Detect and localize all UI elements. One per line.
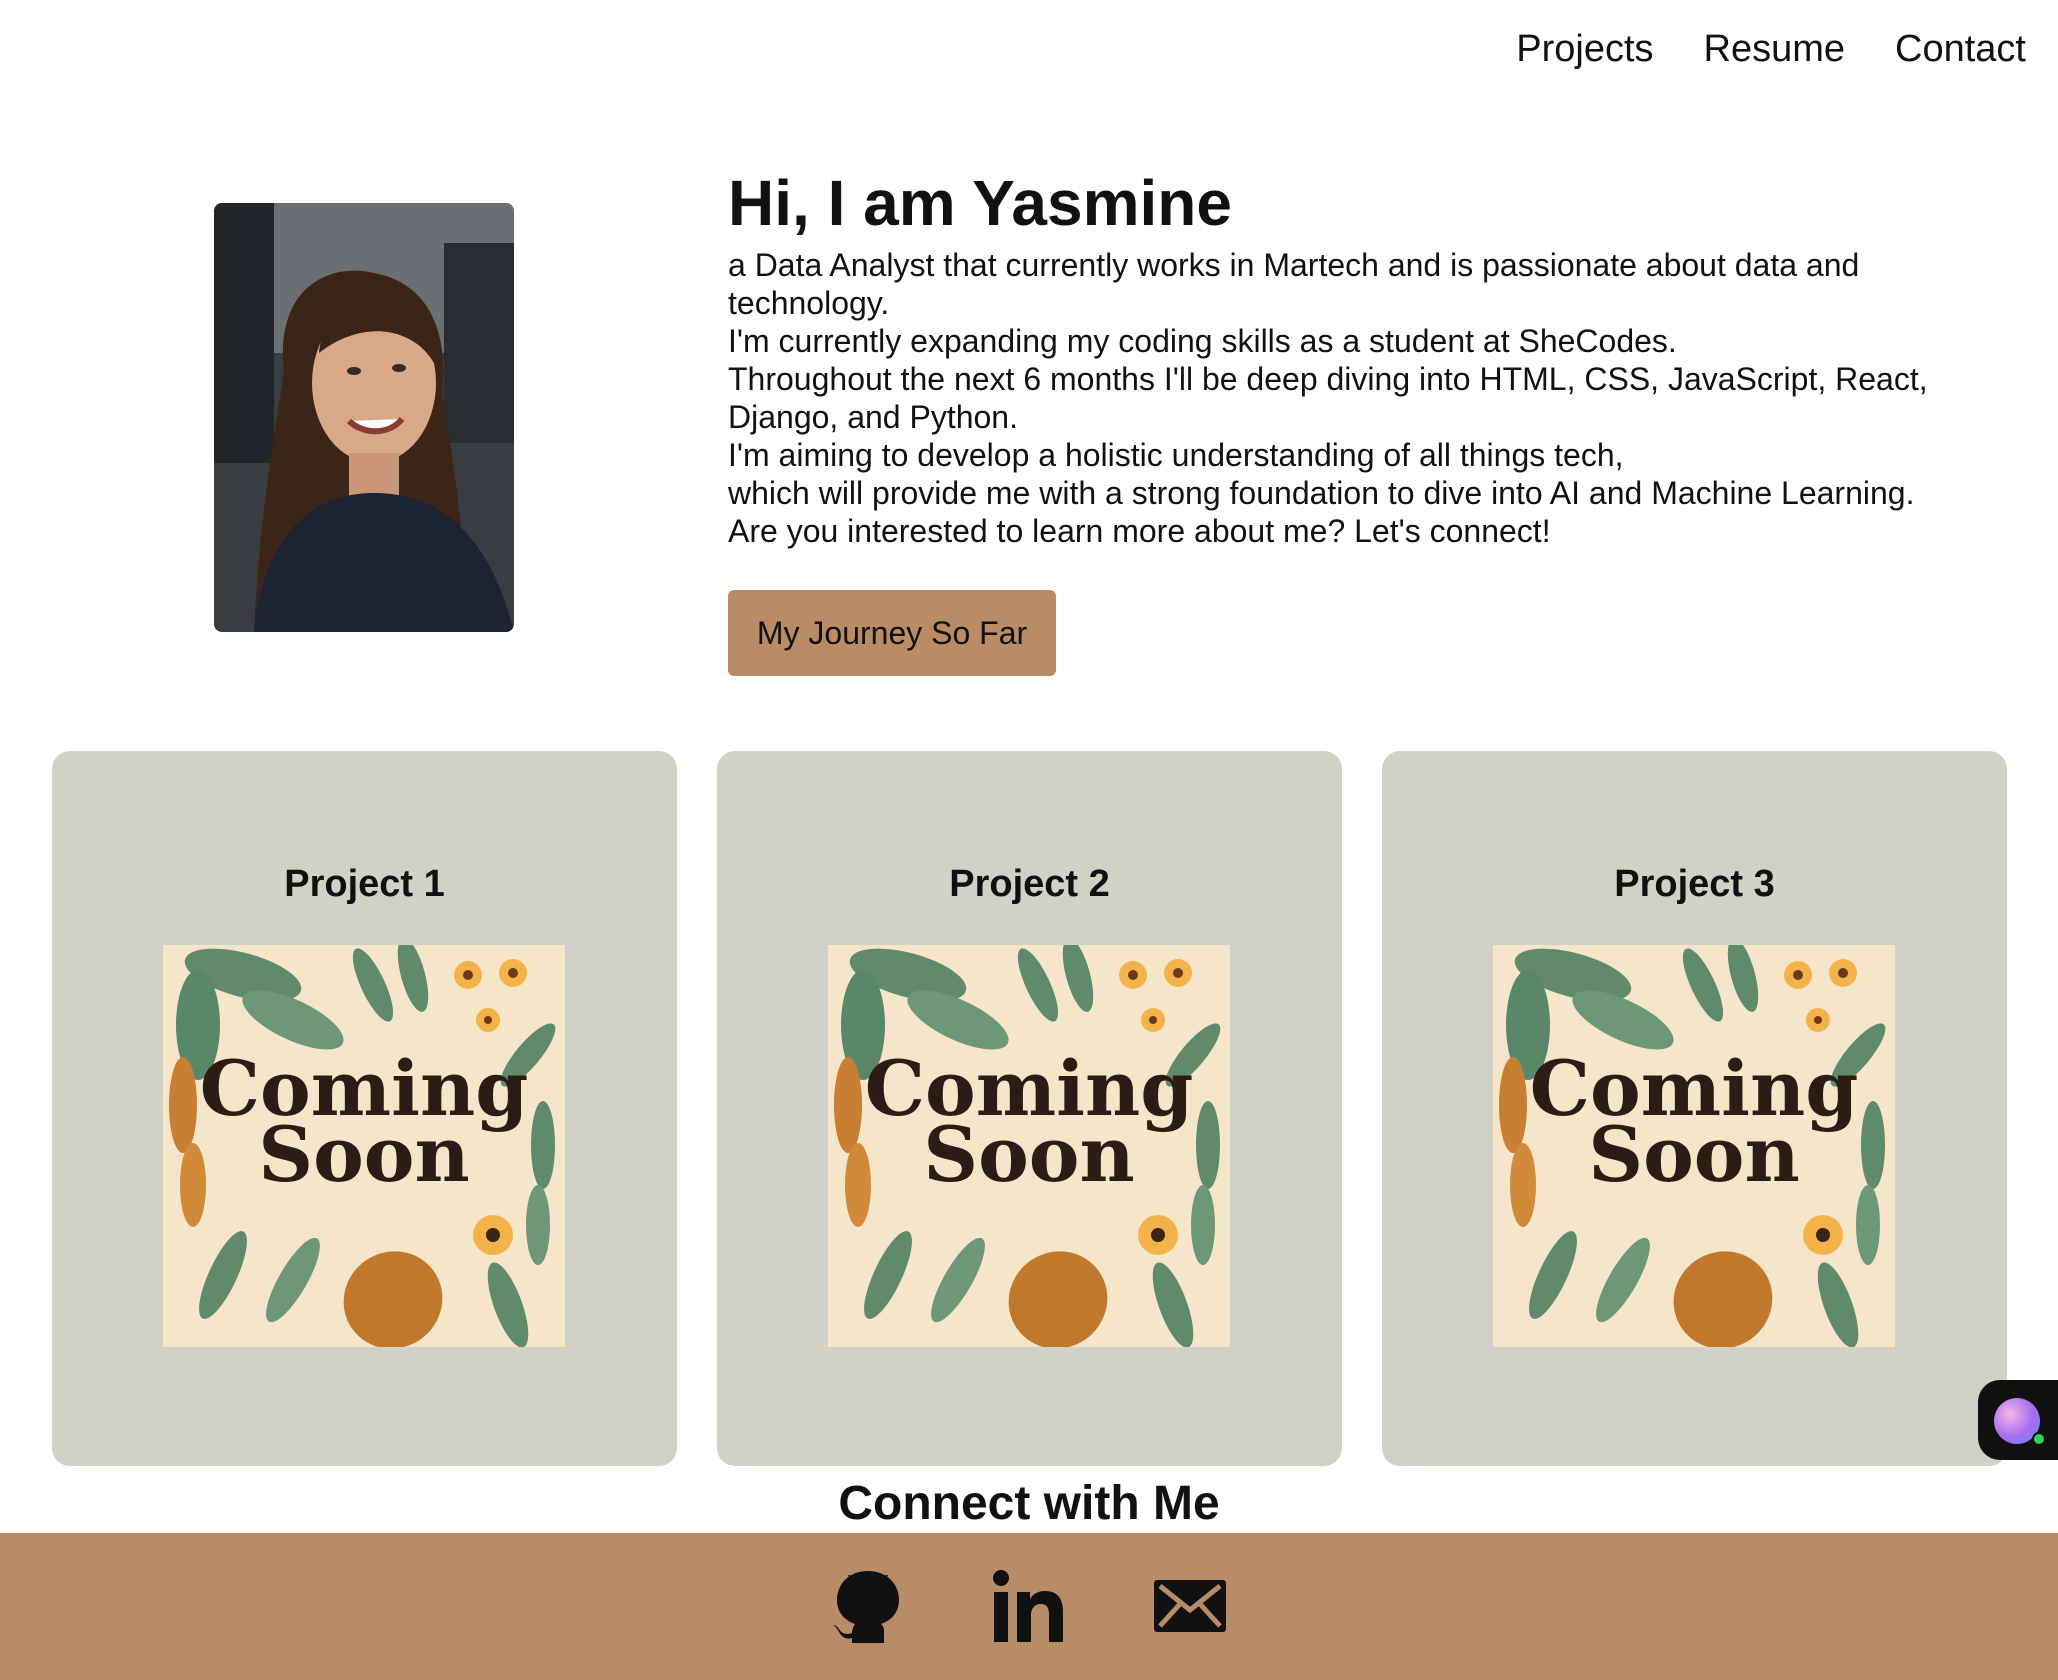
linkedin-icon[interactable] xyxy=(986,1563,1072,1649)
footer xyxy=(0,1533,2058,1680)
top-nav: Projects Resume Contact xyxy=(1516,28,2026,71)
coming-soon-image: Coming Soon xyxy=(1493,945,1895,1347)
project-title: Project 2 xyxy=(949,863,1110,905)
project-card-2[interactable]: Project 2 Coming Soon xyxy=(717,751,1342,1466)
hero-section: Hi, I am Yasmine a Data Analyst that cur… xyxy=(728,168,1968,676)
assistant-widget-button[interactable] xyxy=(1978,1380,2058,1460)
nav-resume-link[interactable]: Resume xyxy=(1704,28,1846,71)
bio-text: a Data Analyst that currently works in M… xyxy=(728,246,1968,550)
social-links xyxy=(0,1563,2058,1649)
mail-icon[interactable] xyxy=(1147,1563,1233,1649)
bio-line: a Data Analyst that currently works in M… xyxy=(728,247,1860,321)
page-title: Hi, I am Yasmine xyxy=(728,167,1232,239)
bio-line: Are you interested to learn more about m… xyxy=(728,513,1551,549)
project-title: Project 3 xyxy=(1614,863,1775,905)
portfolio-page: Projects Resume Contact Hi, I am Yasmine xyxy=(0,0,2058,1680)
project-title: Project 1 xyxy=(284,863,445,905)
bio-line: I'm aiming to develop a holistic underst… xyxy=(728,437,1624,473)
online-status-icon xyxy=(2032,1432,2046,1446)
project-card-3[interactable]: Project 3 Coming Soon xyxy=(1382,751,2007,1466)
profile-photo xyxy=(214,203,514,632)
nav-projects-link[interactable]: Projects xyxy=(1516,28,1653,71)
bio-line: which will provide me with a strong foun… xyxy=(728,475,1915,511)
bio-line: Throughout the next 6 months I'll be dee… xyxy=(728,361,1928,435)
coming-soon-image: Coming Soon xyxy=(163,945,565,1347)
nav-contact-link[interactable]: Contact xyxy=(1895,28,2026,71)
bio-line: I'm currently expanding my coding skills… xyxy=(728,323,1677,359)
coming-soon-image: Coming Soon xyxy=(828,945,1230,1347)
project-card-1[interactable]: Project 1 Coming Soon xyxy=(52,751,677,1466)
projects-section: Project 1 Coming Soon Project 2 Coming S… xyxy=(52,751,2007,1466)
coming-soon-line2: Soon xyxy=(258,1110,470,1199)
my-journey-button[interactable]: My Journey So Far xyxy=(728,590,1056,676)
connect-title: Connect with Me xyxy=(838,1477,1220,1530)
coming-soon-line2: Soon xyxy=(1588,1110,1800,1199)
github-icon[interactable] xyxy=(825,1563,911,1649)
coming-soon-line2: Soon xyxy=(923,1110,1135,1199)
